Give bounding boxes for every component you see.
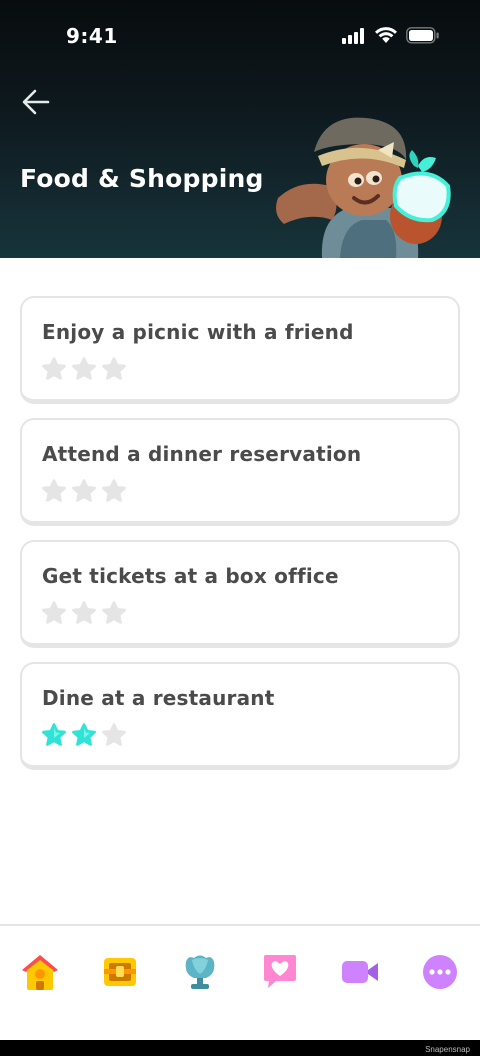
star-icon <box>102 601 126 624</box>
star-filled-icon <box>42 723 66 746</box>
back-arrow-icon <box>22 89 50 115</box>
status-bar: 9:41 <box>0 0 480 70</box>
star-icon <box>72 479 96 502</box>
star-icon <box>72 601 96 624</box>
tab-home[interactable] <box>18 950 62 994</box>
tab-health[interactable] <box>258 950 302 994</box>
more-icon <box>423 955 457 989</box>
tab-video[interactable] <box>338 950 382 994</box>
tab-league[interactable] <box>178 950 222 994</box>
video-camera-icon <box>342 961 378 983</box>
scene-card[interactable]: Enjoy a picnic with a friend <box>20 296 460 404</box>
scene-title: Attend a dinner reservation <box>42 442 362 466</box>
header: 9:41 Food & Shopping <box>0 0 480 258</box>
heart-message-icon <box>264 955 296 988</box>
star-icon <box>102 479 126 502</box>
scene-card[interactable]: Get tickets at a box office <box>20 540 460 648</box>
watermark: Snapensnap <box>425 1045 470 1054</box>
scene-list: Enjoy a picnic with a friend Attend a di… <box>20 296 460 784</box>
scene-title: Get tickets at a box office <box>42 564 339 588</box>
star-filled-icon <box>72 723 96 746</box>
character-illustration <box>276 117 451 258</box>
star-icon <box>42 601 66 624</box>
tab-bar <box>0 924 480 1040</box>
star-rating <box>41 722 131 748</box>
scene-title: Enjoy a picnic with a friend <box>42 320 354 344</box>
wifi-icon <box>375 27 397 43</box>
trophy-icon <box>185 955 215 989</box>
star-rating <box>41 356 131 382</box>
scene-title: Dine at a restaurant <box>42 686 275 710</box>
star-icon <box>72 357 96 380</box>
tab-more[interactable] <box>418 950 462 994</box>
page-title: Food & Shopping <box>20 164 264 193</box>
status-time: 9:41 <box>66 24 118 48</box>
scene-card[interactable]: Dine at a restaurant <box>20 662 460 770</box>
home-icon <box>22 955 58 990</box>
star-rating <box>41 478 131 504</box>
treasure-chest-icon <box>104 958 136 986</box>
tab-chest[interactable] <box>98 950 142 994</box>
star-icon <box>102 723 126 746</box>
scene-card[interactable]: Attend a dinner reservation <box>20 418 460 526</box>
star-icon <box>42 479 66 502</box>
battery-icon <box>406 27 439 44</box>
star-icon <box>102 357 126 380</box>
bottom-bar <box>0 1040 480 1056</box>
cellular-signal-icon <box>342 28 364 44</box>
star-rating <box>41 600 131 626</box>
star-icon <box>42 357 66 380</box>
back-button[interactable] <box>16 84 56 120</box>
